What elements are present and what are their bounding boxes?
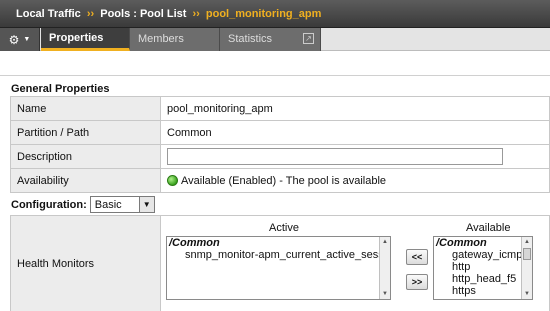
tab-members[interactable]: Members <box>130 28 220 51</box>
configuration-label: Configuration: <box>11 198 87 211</box>
table-row: Name pool_monitoring_apm <box>10 96 550 121</box>
breadcrumb-separator: ›› <box>192 8 200 20</box>
available-header: Available <box>466 222 511 234</box>
breadcrumb-current: pool_monitoring_apm <box>205 8 322 20</box>
gear-menu-button[interactable]: ⚙ ▼ <box>0 28 40 51</box>
breadcrumb-bar: Local Traffic ›› Pools : Pool List ›› po… <box>0 0 550 28</box>
description-label: Description <box>10 144 161 169</box>
tab-label: Properties <box>49 32 104 44</box>
partition-value: Common <box>160 120 550 145</box>
breadcrumb-local-traffic[interactable]: Local Traffic <box>16 8 81 20</box>
health-monitors-label: Health Monitors <box>10 215 161 311</box>
section-title-general-properties: General Properties <box>11 83 110 95</box>
gear-icon: ⚙ <box>8 32 20 47</box>
scroll-down-icon[interactable]: ▼ <box>522 289 532 299</box>
scrollbar[interactable]: ▲ ▼ <box>379 237 390 299</box>
health-monitors-table: Health Monitors Active /Common snmp_moni… <box>10 215 550 311</box>
tab-label: Statistics <box>228 33 273 45</box>
configuration-row: Configuration: Basic ▼ <box>11 196 155 213</box>
list-item[interactable]: http <box>434 261 532 273</box>
available-monitors-list[interactable]: /Common gateway_icmp http http_head_f5 h… <box>433 236 533 300</box>
partition-label: Partition / Path <box>10 120 161 145</box>
table-row: Partition / Path Common <box>10 120 550 145</box>
chevron-down-icon: ▼ <box>138 197 154 212</box>
active-monitors-list[interactable]: /Common snmp_monitor-apm_current_active_… <box>166 236 391 300</box>
breadcrumb-separator: ›› <box>86 8 95 20</box>
table-row: Health Monitors Active /Common snmp_moni… <box>10 215 550 311</box>
green-status-icon <box>167 174 178 186</box>
scroll-up-icon[interactable]: ▲ <box>380 237 390 247</box>
list-item[interactable]: http_head_f5 <box>434 273 532 285</box>
availability-value: Available (Enabled) - The pool is availa… <box>181 174 387 187</box>
table-row: Description <box>10 144 550 169</box>
configuration-selected-value: Basic <box>94 198 122 211</box>
scroll-up-icon[interactable]: ▲ <box>522 237 532 247</box>
chevron-down-icon: ▼ <box>23 36 31 43</box>
list-group-label: /Common <box>436 237 487 249</box>
scroll-down-icon[interactable]: ▼ <box>380 289 390 299</box>
list-item[interactable]: gateway_icmp <box>434 249 532 261</box>
availability-cell: Available (Enabled) - The pool is availa… <box>160 168 550 193</box>
health-monitors-editor: Active /Common snmp_monitor-apm_current_… <box>161 216 549 311</box>
general-properties-table: Name pool_monitoring_apm Partition / Pat… <box>10 96 550 193</box>
list-item[interactable]: https <box>434 285 532 297</box>
tab-bar: ⚙ ▼ Properties Members Statistics ↗ <box>0 28 550 51</box>
description-input[interactable] <box>167 148 503 165</box>
name-label: Name <box>10 96 161 121</box>
breadcrumb-pool-list[interactable]: Pools : Pool List <box>100 8 186 20</box>
list-group-label: /Common <box>169 237 220 249</box>
table-row: Availability Available (Enabled) - The p… <box>10 168 550 193</box>
configuration-select[interactable]: Basic ▼ <box>89 196 155 213</box>
scrollbar[interactable]: ▲ ▼ <box>521 237 532 299</box>
name-value: pool_monitoring_apm <box>160 96 550 121</box>
tab-statistics[interactable]: Statistics ↗ <box>220 28 321 51</box>
health-monitors-cell: Active /Common snmp_monitor-apm_current_… <box>160 215 550 311</box>
tab-properties[interactable]: Properties <box>41 28 130 51</box>
tab-label: Members <box>138 33 184 45</box>
availability-label: Availability <box>10 168 161 193</box>
active-header: Active <box>269 222 299 234</box>
list-item[interactable]: snmp_monitor-apm_current_active_sessions <box>167 249 390 261</box>
scrollbar-thumb[interactable] <box>523 248 531 260</box>
breadcrumb: Local Traffic ›› Pools : Pool List ›› po… <box>16 8 321 20</box>
move-to-active-button[interactable]: << <box>406 249 428 265</box>
popout-icon[interactable]: ↗ <box>303 33 314 44</box>
move-to-available-button[interactable]: >> <box>406 274 428 290</box>
divider <box>0 75 550 76</box>
description-cell <box>160 144 550 169</box>
